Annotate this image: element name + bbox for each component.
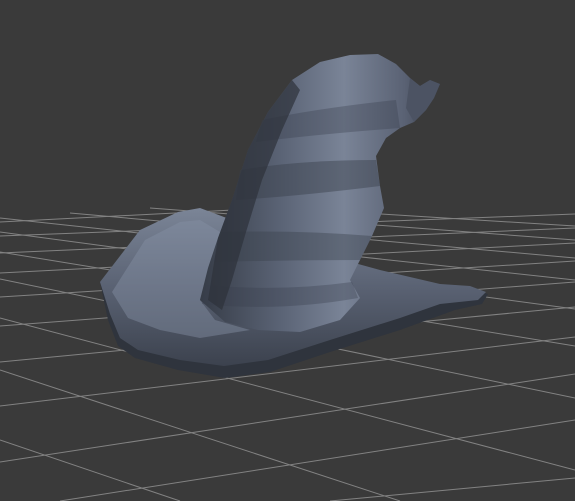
viewport-canvas[interactable]	[0, 0, 575, 501]
3d-viewport[interactable]	[0, 0, 575, 501]
